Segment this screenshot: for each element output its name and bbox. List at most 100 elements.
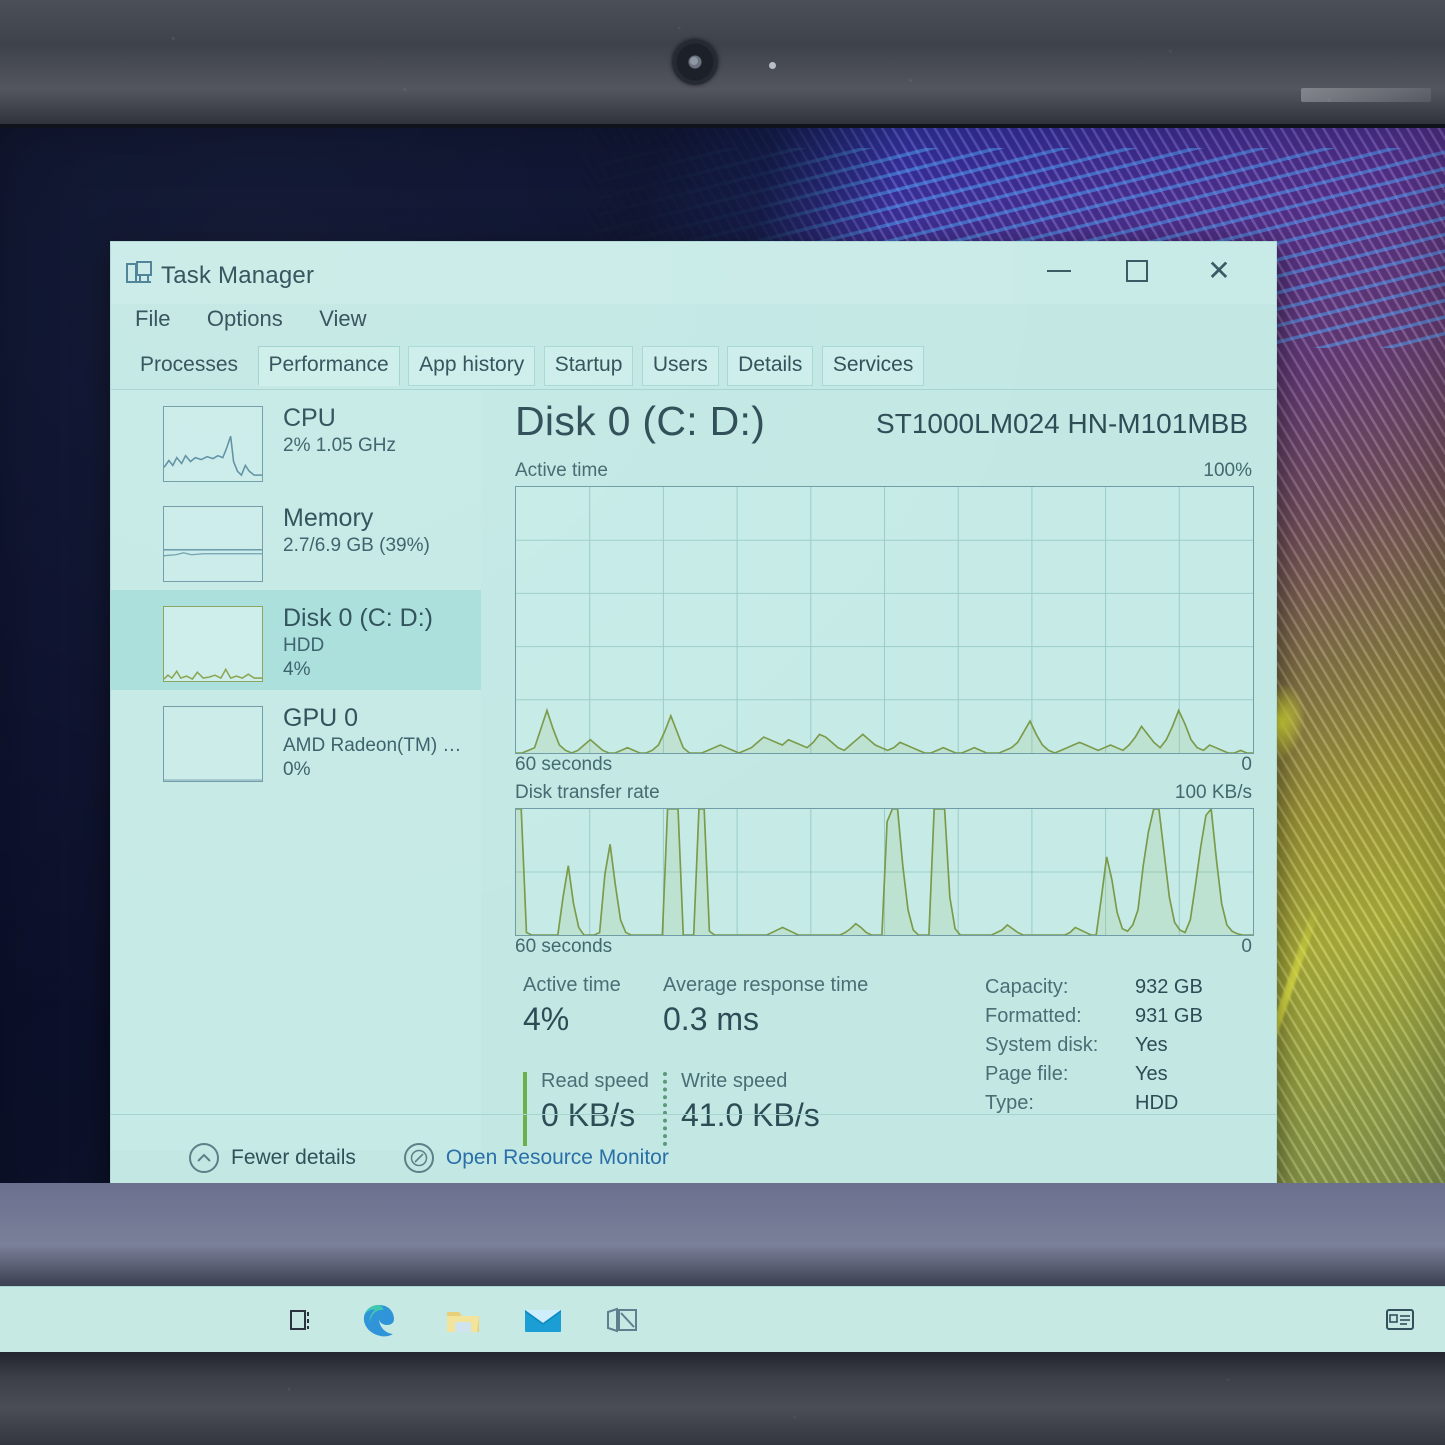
fewer-details-label: Fewer details [231, 1145, 356, 1169]
tab-startup[interactable]: Startup [543, 346, 634, 386]
sidebar-memory-text: Memory 2.7/6.9 GB (39%) [283, 504, 430, 556]
info-value-page-file: Yes [1135, 1063, 1168, 1085]
bezel-texture [0, 0, 1445, 128]
fewer-details-button[interactable]: Fewer details [189, 1142, 356, 1173]
store-icon[interactable] [597, 1295, 647, 1345]
table-row: Page file: Yes [985, 1063, 1315, 1092]
sidebar-item-cpu[interactable]: CPU 2% 1.05 GHz [111, 390, 481, 490]
active-time-label: Active time [515, 460, 608, 481]
sidebar-gpu-sub1: AMD Radeon(TM) … [283, 735, 462, 756]
sidebar-item-gpu0[interactable]: GPU 0 AMD Radeon(TM) … 0% [111, 690, 481, 790]
webcam-lens-highlight [690, 57, 698, 65]
sidebar-cpu-title: CPU [283, 404, 336, 432]
tab-app-history[interactable]: App history [408, 346, 536, 386]
tab-strip: Processes Performance App history Startu… [111, 346, 1276, 390]
active-time-x-left: 60 seconds [515, 754, 613, 775]
menu-item-file[interactable]: File [131, 304, 174, 334]
transfer-rate-max: 100 KB/s [1174, 782, 1252, 803]
microphone-pinhole-icon [769, 62, 776, 69]
task-view-icon[interactable] [277, 1295, 327, 1345]
transfer-rate-x-right: 0 [1241, 936, 1252, 957]
sidebar-cpu-text: CPU 2% 1.05 GHz [283, 404, 396, 456]
stat-read-speed-label: Read speed [541, 1070, 649, 1092]
sidebar-disk-sub1: HDD [283, 635, 325, 656]
bezel-sticker [1301, 88, 1431, 102]
memory-mini-graph [163, 506, 263, 582]
cpu-mini-graph [163, 406, 263, 482]
table-row: System disk: Yes [985, 1034, 1315, 1063]
open-resource-monitor-button[interactable]: Open Resource Monitor [403, 1142, 669, 1173]
transfer-rate-x-left: 60 seconds [515, 936, 613, 957]
transfer-rate-label: Disk transfer rate [515, 782, 660, 803]
stat-write-speed-label: Write speed [681, 1070, 788, 1092]
table-row: Capacity: 932 GB [985, 976, 1315, 1005]
active-time-plot [516, 487, 1253, 753]
active-time-max: 100% [1203, 460, 1252, 481]
stat-active-time: Active time 4% [523, 974, 621, 1038]
mail-icon[interactable] [518, 1295, 568, 1345]
info-value-formatted: 931 GB [1135, 1005, 1203, 1027]
table-row: Formatted: 931 GB [985, 1005, 1315, 1034]
close-icon: ✕ [1207, 255, 1231, 286]
info-key-system-disk: System disk: [985, 1034, 1099, 1056]
info-key-page-file: Page file: [985, 1063, 1069, 1085]
sidebar-gpu-sub2: 0% [283, 759, 311, 781]
info-key-type: Type: [985, 1092, 1034, 1114]
stat-avg-response-value: 0.3 ms [663, 1001, 760, 1037]
transfer-rate-axis: 60 seconds 0 [515, 936, 1254, 964]
sidebar-item-disk0[interactable]: Disk 0 (C: D:) HDD 4% [111, 590, 481, 690]
laptop-top-bezel [0, 0, 1445, 128]
tab-performance[interactable]: Performance [257, 346, 400, 386]
windows-taskbar[interactable] [0, 1286, 1445, 1352]
gpu-mini-graph [163, 706, 263, 782]
sidebar-disk-title: Disk 0 (C: D:) [283, 604, 433, 632]
action-center-icon[interactable] [1376, 1295, 1426, 1345]
stat-avg-response: Average response time 0.3 ms [663, 974, 868, 1038]
task-manager-window[interactable]: Task Manager ✕ File Options View Process… [110, 241, 1277, 1201]
task-manager-icon [126, 261, 152, 285]
performance-body: CPU 2% 1.05 GHz Memory 2.7/6.9 GB (39%) … [111, 390, 1276, 1150]
window-titlebar[interactable]: Task Manager ✕ [111, 242, 1276, 304]
maximize-icon [1126, 260, 1148, 282]
transfer-rate-caption: Disk transfer rate 100 KB/s [515, 782, 1254, 808]
active-time-x-right: 0 [1241, 754, 1252, 775]
sidebar-memory-title: Memory [283, 504, 374, 532]
tab-services[interactable]: Services [821, 346, 925, 386]
laptop-bottom-bezel [0, 1352, 1445, 1445]
transfer-rate-plot [516, 809, 1253, 935]
edge-browser-icon[interactable] [354, 1295, 404, 1345]
sidebar-disk-sub2: 4% [283, 659, 311, 681]
sidebar-gpu-text: GPU 0 AMD Radeon(TM) … 0% [283, 704, 461, 781]
window-title: Task Manager [161, 262, 315, 289]
active-time-graph [515, 486, 1254, 754]
disk-model-label: ST1000LM024 HN-M101MBB [876, 408, 1248, 439]
active-time-axis: 60 seconds 0 [515, 754, 1254, 782]
sidebar-gpu-title: GPU 0 [283, 704, 359, 732]
minimize-button[interactable] [1028, 242, 1090, 300]
stat-active-time-label: Active time [523, 974, 621, 996]
active-time-caption: Active time 100% [515, 460, 1254, 486]
file-explorer-icon[interactable] [438, 1295, 488, 1345]
open-resource-monitor-label[interactable]: Open Resource Monitor [446, 1146, 669, 1170]
page-title: Disk 0 (C: D:) [515, 398, 766, 444]
tab-processes[interactable]: Processes [129, 346, 249, 386]
info-value-system-disk: Yes [1135, 1034, 1168, 1056]
info-key-formatted: Formatted: [985, 1005, 1082, 1027]
sidebar-memory-sub: 2.7/6.9 GB (39%) [283, 535, 430, 556]
sidebar-cpu-sub: 2% 1.05 GHz [283, 435, 396, 456]
stat-avg-response-label: Average response time [663, 974, 869, 996]
tab-users[interactable]: Users [641, 346, 719, 386]
menu-item-options[interactable]: Options [203, 304, 287, 334]
maximize-button[interactable] [1106, 242, 1168, 300]
desktop-lower-strip [0, 1183, 1445, 1286]
menu-item-view[interactable]: View [315, 304, 370, 334]
bezel-bottom-texture [0, 1352, 1445, 1445]
info-value-type: HDD [1135, 1092, 1179, 1114]
info-value-capacity: 932 GB [1135, 976, 1203, 998]
info-key-capacity: Capacity: [985, 976, 1069, 998]
tab-details[interactable]: Details [727, 346, 814, 386]
disk-mini-graph [163, 606, 263, 682]
transfer-rate-graph [515, 808, 1254, 936]
sidebar-item-memory[interactable]: Memory 2.7/6.9 GB (39%) [111, 490, 481, 590]
close-button[interactable]: ✕ [1188, 242, 1250, 300]
